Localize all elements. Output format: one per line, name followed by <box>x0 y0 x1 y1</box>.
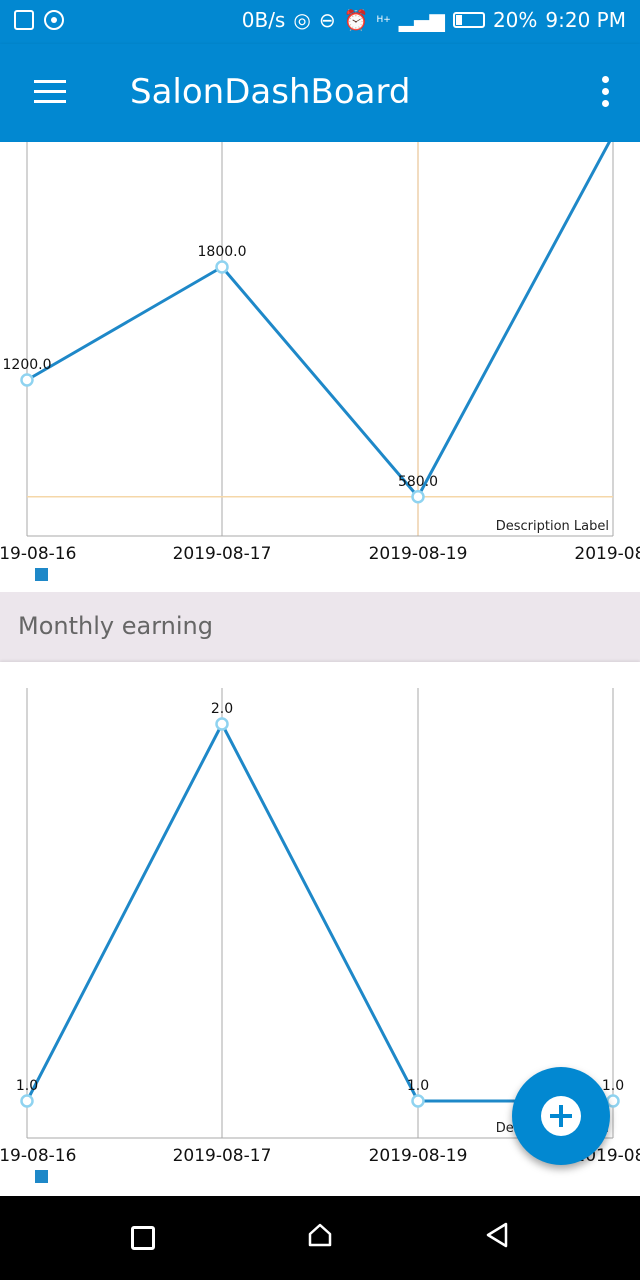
alarm-icon: ⏰ <box>343 8 369 32</box>
daily-earning-chart-card: Description Label 1200.0 1800.0 580.0 2019-0… <box>0 142 640 592</box>
section-title: Monthly earning <box>18 612 213 640</box>
app-bar: SalonDashBoard <box>0 44 640 142</box>
network-indicator: H+ <box>376 15 391 25</box>
x-tick-label: 2019-08-17 <box>173 1146 272 1166</box>
data-label: 2.0 <box>211 701 233 717</box>
app-title: SalonDashBoard <box>130 72 411 112</box>
back-icon[interactable] <box>484 1222 510 1248</box>
battery-level: 20% <box>492 8 538 32</box>
x-tick-label: 2019-08-17 <box>173 544 272 564</box>
series-line <box>26 142 612 499</box>
data-point <box>215 717 229 731</box>
data-point <box>411 1094 425 1108</box>
x-tick-label: 2019-08-19 <box>369 1146 468 1166</box>
data-point <box>606 1094 620 1108</box>
daily-earning-chart[interactable]: Description Label 1200.0 1800.0 580.0 2019-0… <box>0 142 640 592</box>
system-nav-bar <box>0 1196 640 1280</box>
x-tick-label: 2019-08-16 <box>0 544 76 564</box>
data-label: 1.0 <box>407 1078 429 1094</box>
legend-swatch <box>35 1170 48 1183</box>
data-label: 1.0 <box>602 1078 624 1094</box>
series-line <box>25 722 613 1103</box>
x-tick-label: 2019-08-16 <box>0 1146 76 1166</box>
network-speed: 0B/s <box>241 8 286 32</box>
home-icon[interactable] <box>307 1222 333 1248</box>
data-point <box>20 1094 34 1108</box>
data-point <box>411 490 425 504</box>
battery-icon <box>452 12 485 28</box>
clock: 9:20 PM <box>545 8 626 32</box>
data-point <box>215 260 229 274</box>
more-options-icon[interactable] <box>600 76 610 108</box>
data-label: 1200.0 <box>3 357 52 373</box>
data-label: 1.0 <box>16 1078 38 1094</box>
legend-swatch <box>35 568 48 581</box>
status-bar: 0B/s ◎ ⊖ ⏰ H+ ▂▄▆ 20% 9:20 PM <box>0 0 640 44</box>
signal-icon: ▂▄▆ <box>398 8 445 32</box>
hotspot-icon: ◎ <box>293 8 311 32</box>
x-tick-label: 2019-08-19 <box>369 544 468 564</box>
x-tick-label: 2019-08- <box>574 544 640 564</box>
data-label: 580.0 <box>398 474 438 490</box>
section-header: Monthly earning <box>0 592 640 662</box>
record-notification-icon <box>44 10 64 30</box>
add-fab-button[interactable] <box>512 1067 610 1165</box>
gallery-notification-icon <box>14 10 34 30</box>
data-label: 1800.0 <box>198 244 247 260</box>
plus-icon <box>541 1096 581 1136</box>
data-point <box>20 373 34 387</box>
recents-icon[interactable] <box>131 1226 155 1250</box>
do-not-disturb-icon: ⊖ <box>318 8 336 32</box>
menu-icon[interactable] <box>34 80 66 104</box>
description-label: Description Label <box>496 519 609 534</box>
